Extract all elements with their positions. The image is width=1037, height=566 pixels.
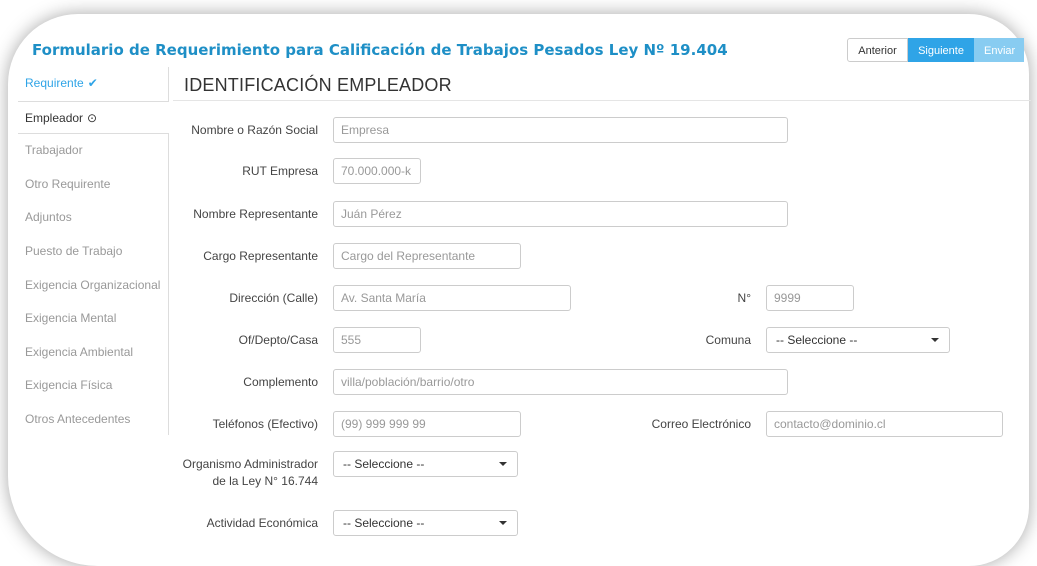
sidebar-item-requirente[interactable]: Requirente ✔ bbox=[18, 67, 168, 101]
comuna-select[interactable]: -- Seleccione -- bbox=[766, 327, 950, 353]
next-button[interactable]: Siguiente bbox=[908, 38, 974, 62]
wizard-nav-buttons: Anterior Siguiente Enviar bbox=[847, 38, 1024, 62]
telefonos-label: Teléfonos (Efectivo) bbox=[212, 417, 318, 431]
razon-social-input[interactable] bbox=[333, 117, 788, 143]
sidebar-item-exigencia-organizacional[interactable]: Exigencia Organizacional bbox=[18, 269, 168, 303]
organismo-select-value: -- Seleccione -- bbox=[343, 457, 425, 471]
organismo-label-line1: Organismo Administrador bbox=[182, 457, 318, 471]
sidebar-item-otro-requirente[interactable]: Otro Requirente bbox=[18, 168, 168, 202]
razon-social-label: Nombre o Razón Social bbox=[191, 123, 318, 137]
rut-label: RUT Empresa bbox=[242, 164, 318, 178]
cargo-input[interactable] bbox=[333, 243, 521, 269]
correo-label: Correo Electrónico bbox=[651, 417, 751, 431]
comuna-select-value: -- Seleccione -- bbox=[776, 333, 858, 347]
representante-label: Nombre Representante bbox=[193, 207, 318, 221]
organismo-label: Organismo Administrador de la Ley N° 16.… bbox=[183, 456, 318, 490]
form-title: Formulario de Requerimiento para Calific… bbox=[32, 41, 728, 59]
actividad-label: Actividad Económica bbox=[206, 516, 318, 530]
rut-input[interactable] bbox=[333, 158, 421, 184]
submit-button[interactable]: Enviar bbox=[974, 38, 1024, 62]
sidebar-item-trabajador[interactable]: Trabajador bbox=[18, 134, 168, 168]
sidebar-item-exigencia-ambiental[interactable]: Exigencia Ambiental bbox=[18, 336, 168, 370]
caret-down-icon bbox=[931, 338, 939, 342]
complemento-label: Complemento bbox=[243, 375, 318, 389]
numero-label: N° bbox=[737, 291, 751, 305]
organismo-select[interactable]: -- Seleccione -- bbox=[333, 451, 518, 477]
cargo-label: Cargo Representante bbox=[203, 249, 318, 263]
depto-label: Of/Depto/Casa bbox=[238, 333, 318, 347]
actividad-select[interactable]: -- Seleccione -- bbox=[333, 510, 518, 536]
depto-input[interactable] bbox=[333, 327, 421, 353]
sidebar-item-empleador[interactable]: Empleador ⊙ bbox=[18, 100, 169, 135]
checkmark-icon: ✔ bbox=[87, 76, 98, 90]
clock-icon: ⊙ bbox=[87, 110, 98, 125]
sidebar-item-puesto-trabajo[interactable]: Puesto de Trabajo bbox=[18, 235, 168, 269]
comuna-label: Comuna bbox=[705, 333, 751, 347]
sidebar-item-adjuntos[interactable]: Adjuntos bbox=[18, 201, 168, 235]
caret-down-icon bbox=[499, 521, 507, 525]
telefonos-input[interactable] bbox=[333, 411, 521, 437]
direccion-label: Dirección (Calle) bbox=[229, 291, 318, 305]
wizard-sidebar: Requirente ✔ Empleador ⊙ Trabajador Otro R… bbox=[18, 67, 169, 435]
sidebar-item-label: Empleador bbox=[25, 110, 84, 125]
organismo-label-line2: de la Ley N° 16.744 bbox=[212, 474, 318, 488]
numero-input[interactable] bbox=[766, 285, 854, 311]
sidebar-item-exigencia-fisica[interactable]: Exigencia Física bbox=[18, 369, 168, 403]
direccion-input[interactable] bbox=[333, 285, 571, 311]
actividad-select-value: -- Seleccione -- bbox=[343, 516, 425, 530]
section-divider bbox=[173, 100, 1031, 101]
representante-input[interactable] bbox=[333, 201, 788, 227]
complemento-input[interactable] bbox=[333, 369, 788, 395]
section-title: IDENTIFICACIÓN EMPLEADOR bbox=[184, 75, 452, 95]
previous-button[interactable]: Anterior bbox=[847, 38, 908, 62]
caret-down-icon bbox=[499, 462, 507, 466]
sidebar-item-otros-antecedentes[interactable]: Otros Antecedentes bbox=[18, 403, 168, 437]
correo-input[interactable] bbox=[766, 411, 1003, 437]
sidebar-item-label: Requirente bbox=[25, 76, 84, 90]
sidebar-item-exigencia-mental[interactable]: Exigencia Mental bbox=[18, 302, 168, 336]
